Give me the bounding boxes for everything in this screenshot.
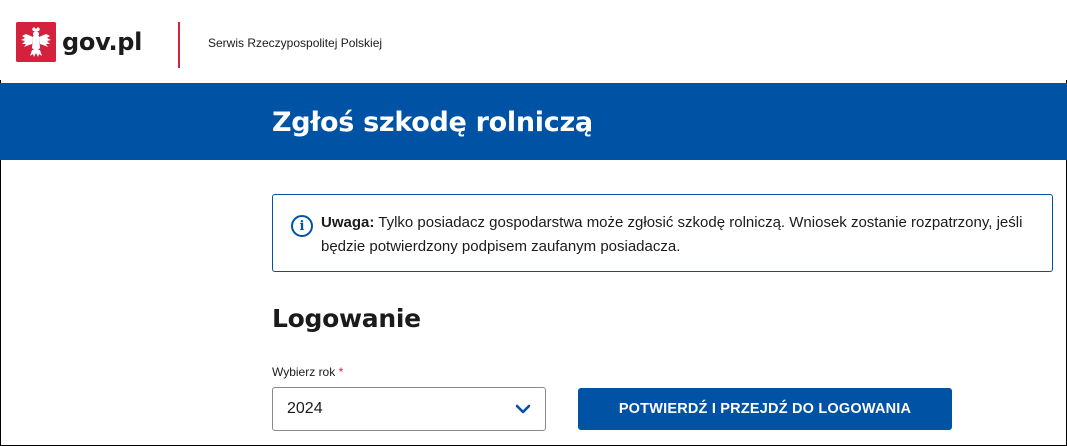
logo-text: gov.pl [62, 28, 143, 56]
alert-message: Tylko posiadacz gospodarstwa może zgłosi… [321, 214, 1023, 255]
chevron-down-icon [515, 402, 531, 421]
warning-alert: i Uwaga: Tylko posiadacz gospodarstwa mo… [272, 194, 1053, 272]
gov-logo-link[interactable]: gov.pl [16, 22, 142, 62]
service-name: Serwis Rzeczypospolitej Polskiej [208, 36, 383, 50]
confirm-login-button[interactable]: POTWIERDŹ I PRZEJDŹ DO LOGOWANIA [578, 388, 952, 430]
page-title: Zgłoś szkodę rolniczą [272, 107, 593, 138]
year-label-text: Wybierz rok [272, 365, 336, 379]
site-header: gov.pl Serwis Rzeczypospolitej Polskiej [0, 0, 1067, 80]
eagle-emblem-icon [16, 22, 56, 62]
login-title: Logowanie [272, 304, 421, 333]
info-icon: i [291, 215, 313, 237]
alert-label: Uwaga: [321, 214, 375, 231]
year-select[interactable]: 2024 [272, 387, 546, 431]
header-divider [178, 22, 180, 68]
title-banner: Zgłoś szkodę rolniczą [0, 83, 1067, 160]
year-label: Wybierz rok * [272, 365, 343, 379]
year-select-value: 2024 [287, 400, 323, 417]
required-mark: * [338, 365, 344, 379]
alert-text: Uwaga: Tylko posiadacz gospodarstwa może… [321, 211, 1031, 259]
